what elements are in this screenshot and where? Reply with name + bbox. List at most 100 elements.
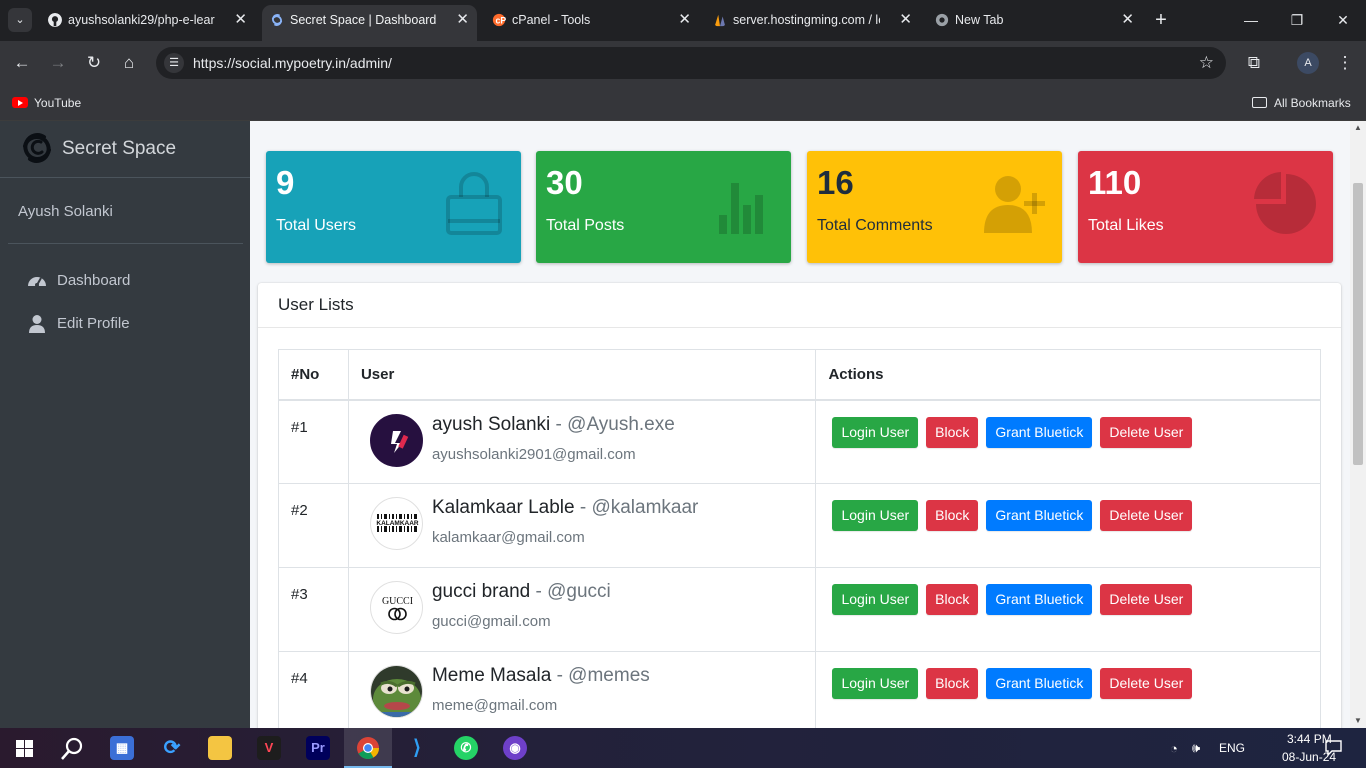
- login-user-button[interactable]: Login User: [832, 500, 919, 531]
- user-email: meme@gmail.com: [431, 697, 558, 714]
- profile-avatar[interactable]: A: [1297, 52, 1319, 74]
- taskbar-whatsapp[interactable]: ✆: [442, 728, 490, 768]
- tab-cpanel[interactable]: cP cPanel - Tools ✕: [484, 5, 699, 41]
- home-icon[interactable]: ⌂: [116, 50, 142, 76]
- user-name-line: ayush Solanki - @Ayush.exe: [432, 414, 675, 436]
- taskbar-store[interactable]: ▦: [98, 728, 146, 768]
- login-user-button[interactable]: Login User: [832, 416, 919, 448]
- language-indicator[interactable]: ENG: [1219, 741, 1245, 755]
- user-handle: - @gucci: [535, 581, 611, 602]
- cpanel-icon: cP: [492, 13, 506, 27]
- scroll-up-arrow-icon[interactable]: ▲: [1350, 121, 1366, 135]
- taskbar-vscode[interactable]: ⟩: [393, 728, 441, 768]
- search-icon[interactable]: [60, 737, 84, 761]
- sidebar-item-edit-profile[interactable]: Edit Profile: [18, 306, 238, 342]
- tab-phpmyadmin[interactable]: server.hostingming.com / lo ✕: [705, 5, 920, 41]
- valorant-icon: V: [257, 736, 281, 760]
- delete-user-button[interactable]: Delete User: [1100, 416, 1193, 448]
- user-name: gucci brand: [431, 581, 531, 602]
- stat-box-total-users: 9 Total Users: [266, 151, 521, 263]
- new-tab-button[interactable]: +: [1150, 5, 1172, 35]
- delete-user-button[interactable]: Delete User: [1100, 668, 1193, 699]
- close-icon[interactable]: ✕: [1121, 5, 1134, 35]
- wifi-icon[interactable]: ◔: [1170, 741, 1178, 756]
- scroll-down-arrow-icon[interactable]: ▼: [1350, 714, 1366, 728]
- bookmark-label: YouTube: [34, 96, 82, 110]
- close-icon[interactable]: ✕: [678, 5, 691, 35]
- minimize-button[interactable]: —: [1228, 6, 1274, 34]
- close-window-button[interactable]: ✕: [1320, 6, 1366, 34]
- windows-start-icon[interactable]: [16, 740, 33, 757]
- sidebar-item-dashboard[interactable]: Dashboard: [18, 263, 238, 299]
- login-user-button[interactable]: Login User: [832, 584, 919, 615]
- block-button[interactable]: Block: [926, 416, 979, 448]
- delete-user-button[interactable]: Delete User: [1100, 584, 1193, 615]
- block-button[interactable]: Block: [926, 668, 979, 699]
- grant-bluetick-button[interactable]: Grant Bluetick: [986, 584, 1093, 615]
- notification-icon[interactable]: [1325, 740, 1342, 756]
- taskbar-premiere[interactable]: Pr: [294, 728, 342, 768]
- avatar-text: KALAMKAAR: [376, 520, 419, 527]
- volume-icon[interactable]: 🕪: [1192, 740, 1200, 756]
- menu-kebab-icon[interactable]: ⋮: [1332, 50, 1358, 76]
- block-button[interactable]: Block: [926, 500, 979, 531]
- reload-icon[interactable]: ↻: [81, 50, 107, 76]
- close-icon[interactable]: ✕: [456, 5, 469, 35]
- tab-github[interactable]: ayushsolanki29/php-e-learni ✕: [40, 5, 255, 41]
- stat-box-total-posts: 30 Total Posts: [536, 151, 791, 263]
- bookmark-youtube[interactable]: YouTube: [12, 93, 81, 113]
- grant-bluetick-button[interactable]: Grant Bluetick: [986, 416, 1093, 448]
- page-scrollbar[interactable]: ▲ ▼: [1350, 121, 1366, 728]
- user-table: #No User Actions #1 ayush Solanki - @Ayu…: [278, 349, 1321, 728]
- user-name: Kalamkaar Lable: [431, 497, 575, 518]
- taskbar-chrome[interactable]: [344, 728, 392, 768]
- grant-bluetick-button[interactable]: Grant Bluetick: [986, 668, 1093, 699]
- phpmyadmin-icon: [714, 14, 726, 27]
- tab-secret-space[interactable]: Secret Space | Dashboard ✕: [262, 5, 477, 41]
- back-icon[interactable]: ←: [9, 50, 35, 76]
- column-header-user: User: [347, 349, 817, 401]
- card-title: User Lists: [278, 295, 354, 314]
- address-bar[interactable]: ☰ https://social.mypoetry.in/admin/ ☆: [156, 47, 1226, 79]
- avatar[interactable]: [369, 665, 423, 718]
- avatar[interactable]: GUCCI: [369, 581, 423, 634]
- delete-user-button[interactable]: Delete User: [1100, 500, 1193, 531]
- restore-button[interactable]: ❐: [1274, 6, 1320, 34]
- avatar[interactable]: KALAMKAAR: [369, 497, 423, 550]
- taskbar-valorant[interactable]: V: [245, 728, 293, 768]
- stat-label: Total Users: [276, 217, 357, 234]
- taskbar-github-desktop[interactable]: ◉: [491, 728, 539, 768]
- sidebar-user-name[interactable]: Ayush Solanki: [18, 203, 113, 220]
- taskbar-file-explorer[interactable]: [196, 728, 244, 768]
- user-cell: ayush Solanki - @Ayush.exe ayushsolanki2…: [347, 399, 817, 484]
- bookmarks-bar: YouTube All Bookmarks: [0, 85, 1366, 121]
- close-icon[interactable]: ✕: [899, 5, 912, 35]
- grant-bluetick-button[interactable]: Grant Bluetick: [986, 500, 1093, 531]
- all-bookmarks-button[interactable]: All Bookmarks: [1252, 93, 1351, 113]
- extensions-icon[interactable]: ⧉: [1241, 50, 1267, 76]
- block-button[interactable]: Block: [926, 584, 979, 615]
- stat-label: Total Comments: [817, 217, 933, 234]
- bookmark-star-icon[interactable]: ☆: [1199, 47, 1214, 79]
- store-icon: ▦: [110, 736, 134, 760]
- login-user-button[interactable]: Login User: [832, 668, 919, 699]
- tab-search-button[interactable]: ⌄: [8, 8, 32, 32]
- stat-value: 16: [817, 164, 854, 201]
- whatsapp-icon: ✆: [454, 736, 478, 760]
- avatar-logo-icon: GUCCI: [382, 596, 413, 621]
- user-handle: - @Ayush.exe: [555, 413, 675, 435]
- user-icon: [29, 315, 45, 333]
- site-info-icon[interactable]: ☰: [164, 53, 184, 73]
- taskbar-sync[interactable]: ⟳: [148, 728, 196, 768]
- brand-link[interactable]: Secret Space: [0, 121, 250, 178]
- stat-box-total-likes: 110 Total Likes: [1078, 151, 1333, 263]
- user-name: ayush Solanki: [431, 413, 551, 435]
- close-icon[interactable]: ✕: [234, 5, 247, 35]
- tab-title: Secret Space | Dashboard: [290, 13, 437, 27]
- scroll-thumb[interactable]: [1353, 183, 1363, 465]
- table-header-row: #No User Actions: [278, 349, 1321, 401]
- tab-new-tab[interactable]: New Tab ✕: [927, 5, 1142, 41]
- avatar[interactable]: [369, 413, 423, 467]
- url-text[interactable]: https://social.mypoetry.in/admin/: [193, 47, 392, 79]
- forward-icon[interactable]: →: [45, 50, 71, 76]
